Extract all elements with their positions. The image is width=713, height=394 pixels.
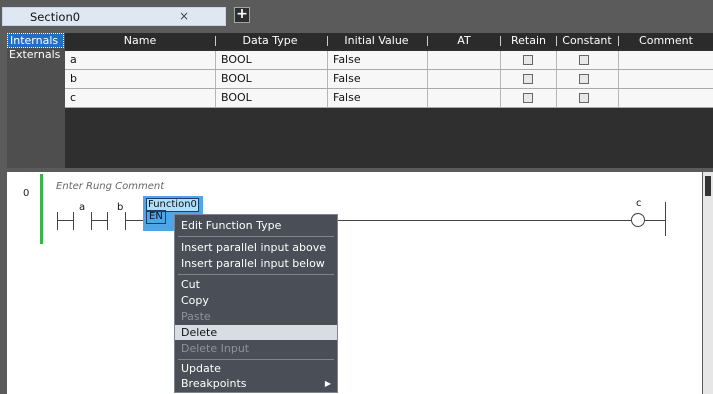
constant-checkbox[interactable] [579,74,589,84]
wire [91,220,107,221]
col-constant[interactable]: Constant [557,34,617,47]
contact-bar [107,212,108,230]
function-block-en: EN [146,210,166,224]
cell-comment[interactable] [619,51,713,69]
menu-edit-function-type[interactable]: Edit Function Type [175,218,337,233]
constant-checkbox[interactable] [579,55,589,65]
tab-strip: Section0 × + [0,0,713,28]
col-at[interactable]: AT [428,34,500,47]
cell-constant [557,70,619,88]
cell-name[interactable]: a [65,51,216,69]
rung-comment[interactable]: Enter Rung Comment [56,181,164,192]
menu-insert-parallel-input-above[interactable]: Insert parallel input above [175,240,337,255]
wire [125,220,143,221]
contact-b-label: b [117,202,124,213]
cell-comment[interactable] [619,70,713,88]
col-retain[interactable]: Retain [501,34,556,47]
cell-at[interactable] [428,70,501,88]
menu-cut[interactable]: Cut [175,277,337,292]
menu-paste: Paste [181,310,211,323]
context-menu: Edit Function Type Insert parallel input… [174,214,338,393]
cell-retain [501,70,557,88]
table-row[interactable]: a BOOL False [65,51,713,70]
cell-name[interactable]: c [65,89,216,107]
scope-externals[interactable]: Externals [7,48,64,63]
variable-table: Name Data Type Initial Value AT Retain C… [65,33,713,168]
constant-checkbox[interactable] [579,93,589,103]
table-row[interactable]: c BOOL False [65,89,713,108]
cell-initial-value[interactable]: False [328,51,428,69]
contact-a-label: a [79,202,86,213]
contact-bar [73,212,74,230]
menu-update[interactable]: Update [175,361,337,376]
table-row[interactable]: b BOOL False [65,70,713,89]
cell-constant [557,89,619,107]
menu-delete[interactable]: Delete [175,325,337,340]
submenu-arrow-icon: ▶ [324,379,331,388]
menu-separator [178,359,334,360]
wire [645,220,665,221]
table-header: Name Data Type Initial Value AT Retain C… [65,33,713,49]
col-name[interactable]: Name [65,34,215,47]
editor-scrollbar[interactable] [703,172,713,394]
cell-initial-value[interactable]: False [328,89,428,107]
right-power-rail [665,202,666,236]
cell-data-type[interactable]: BOOL [216,70,328,88]
variable-table-panel: Internals Externals Name Data Type Initi… [7,33,713,168]
menu-breakpoints-label: Breakpoints [181,377,247,390]
add-tab-icon[interactable]: + [234,7,250,23]
contact-bar [125,212,126,230]
menu-copy[interactable]: Copy [175,293,337,308]
scrollbar-thumb[interactable] [705,176,711,196]
close-icon[interactable]: × [179,9,189,23]
left-power-rail [40,174,43,244]
scope-list: Internals Externals [7,33,64,163]
menu-breakpoints[interactable]: Breakpoints ▶ [175,376,337,391]
rung-number: 0 [23,188,30,199]
cell-initial-value[interactable]: False [328,70,428,88]
cell-data-type[interactable]: BOOL [216,89,328,107]
col-data-type[interactable]: Data Type [216,34,324,47]
cell-at[interactable] [428,89,501,107]
tab-section0[interactable]: Section0 × [2,7,226,26]
col-comment[interactable]: Comment [619,34,713,47]
cell-data-type[interactable]: BOOL [216,51,328,69]
cell-retain [501,51,557,69]
coil-label: c [636,198,642,209]
cell-comment[interactable] [619,89,713,107]
scope-internals[interactable]: Internals [7,33,64,48]
menu-insert-parallel-input-below[interactable]: Insert parallel input below [175,256,337,271]
contact-bar [91,212,92,230]
cell-name[interactable]: b [65,70,216,88]
tab-label: Section0 [30,10,81,24]
wire [57,220,73,221]
retain-checkbox[interactable] [523,74,533,84]
cell-constant [557,51,619,69]
menu-separator [178,236,334,237]
cell-retain [501,89,557,107]
retain-checkbox[interactable] [523,93,533,103]
col-initial-value[interactable]: Initial Value [328,34,425,47]
retain-checkbox[interactable] [523,55,533,65]
rung-gutter: 0 [7,172,41,394]
menu-delete-input: Delete Input [181,342,250,355]
rung-start-bar [57,212,58,230]
ladder-editor[interactable]: 0 Enter Rung Comment a b Function0 EN c [7,172,702,394]
cell-at[interactable] [428,51,501,69]
menu-separator [178,274,334,275]
coil-c[interactable] [631,213,645,227]
